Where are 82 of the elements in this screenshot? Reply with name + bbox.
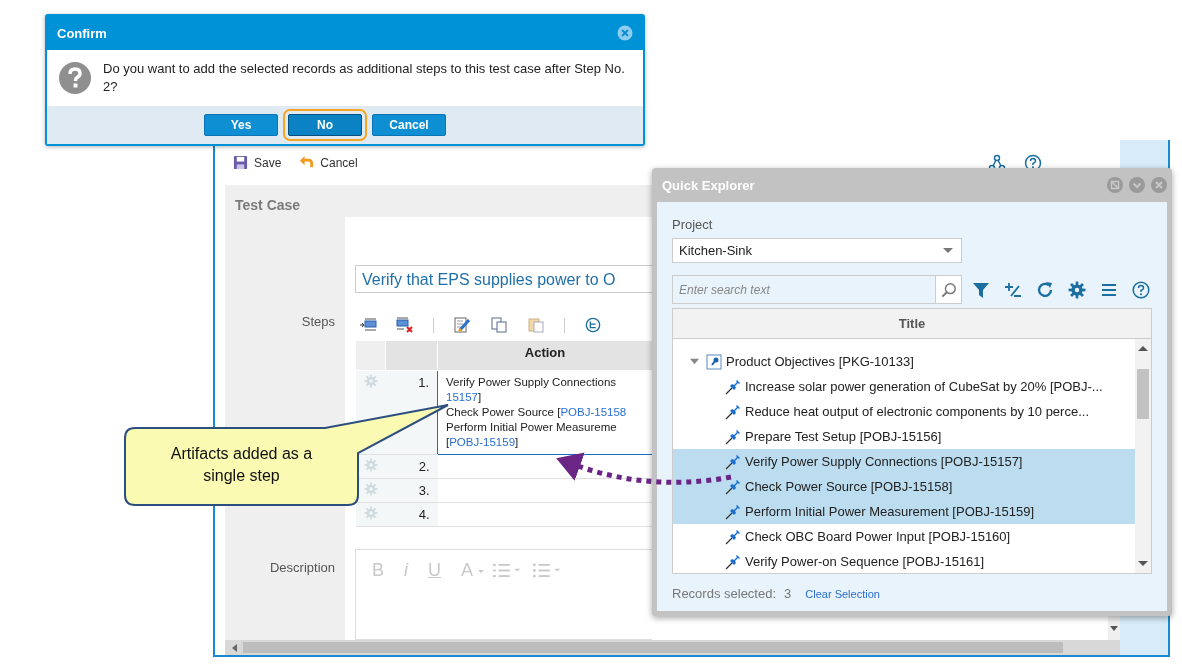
tree-row[interactable]: Prepare Test Setup [POBJ-15156] xyxy=(673,424,1135,449)
undo-arrow-icon xyxy=(299,155,315,170)
tree-row[interactable]: Verify Power Supply Connections [POBJ-15157] xyxy=(673,449,1135,474)
step-number: 2. xyxy=(418,459,430,475)
scrollbar[interactable] xyxy=(1135,339,1151,573)
search-field[interactable]: Enter search text xyxy=(672,275,936,304)
pushpin-icon xyxy=(725,378,741,395)
step-number: 4. xyxy=(418,507,430,523)
records-selected-label: Records selected: xyxy=(672,586,777,601)
cancel-button[interactable]: Cancel xyxy=(297,153,360,172)
tree-row[interactable]: Verify Power-on Sequence [POBJ-15161] xyxy=(673,549,1135,573)
pushpin-icon xyxy=(725,453,741,470)
project-label: Project xyxy=(672,217,714,232)
tree-item-label: Increase solar power generation of CubeSat by 20% [POBJ-... xyxy=(745,379,1103,394)
expand-collapse-icon[interactable] xyxy=(1004,280,1022,299)
name-field[interactable]: Verify that EPS supplies power to O xyxy=(355,265,652,293)
column-header: Title xyxy=(673,309,1151,339)
dialog-message: Do you want to add the selected records as additional steps to this test case after Step No. 2? xyxy=(103,60,626,96)
tree-row[interactable]: Check Power Source [POBJ-15158] xyxy=(673,474,1135,499)
dialog-button[interactable]: Yes xyxy=(204,114,278,136)
tree-item-label: Verify Power-on Sequence [POBJ-15161] xyxy=(745,554,985,569)
settings-icon[interactable] xyxy=(1068,280,1086,299)
tree-item-label: Check Power Source [POBJ-15158] xyxy=(745,479,953,494)
tree-item-label: Check OBC Board Power Input [POBJ-15160] xyxy=(745,529,1011,544)
tree-row[interactable]: Increase solar power generation of CubeSat by 20% [POBJ-... xyxy=(673,374,1135,399)
outline-icon[interactable] xyxy=(584,317,602,334)
scroll-down-icon[interactable] xyxy=(1110,626,1118,632)
dialog-button[interactable]: Cancel xyxy=(372,114,446,136)
tree-item-label: Reduce heat output of electronic components by 10 perce... xyxy=(745,404,1089,419)
insert-step-icon[interactable] xyxy=(359,317,377,334)
project-dropdown[interactable]: Kitchen-Sink xyxy=(672,238,962,263)
section-heading: Test Case xyxy=(234,196,302,215)
scroll-up-icon[interactable] xyxy=(1138,345,1148,351)
step-number: 1. xyxy=(418,375,429,391)
pushpin-icon xyxy=(725,403,741,420)
pushpin-icon xyxy=(725,428,741,445)
search-icon[interactable] xyxy=(940,281,957,298)
artifact-link[interactable]: POBJ-15158 xyxy=(560,406,627,419)
pushpin-icon xyxy=(725,503,741,520)
description-label: Description xyxy=(269,560,335,575)
scroll-left-icon[interactable] xyxy=(231,643,237,652)
question-icon xyxy=(59,62,91,94)
callout-text: Artifacts added as a single step xyxy=(169,444,314,486)
expand-arrow-icon[interactable] xyxy=(690,357,699,366)
tree-item-label: Verify Power Supply Connections [POBJ-15157] xyxy=(745,454,1023,469)
artifact-link[interactable]: 15157 xyxy=(446,391,478,404)
filter-icon[interactable] xyxy=(972,280,990,299)
pushpin-icon xyxy=(725,478,741,495)
tree-item-label: Prepare Test Setup [POBJ-15156] xyxy=(745,429,942,444)
pushpin-icon xyxy=(725,553,741,570)
folder-pin-icon xyxy=(706,353,722,370)
step-text-line: 15157] xyxy=(446,390,482,406)
step-text-line: [POBJ-15159] xyxy=(446,435,519,451)
records-count: 3 xyxy=(784,586,792,601)
tree-item-label: Perform Initial Power Measurement [POBJ-15159] xyxy=(745,504,1034,519)
edit-icon[interactable] xyxy=(453,317,471,334)
pushpin-icon xyxy=(725,528,741,545)
tree-row[interactable]: Check OBC Board Power Input [POBJ-15160] xyxy=(673,524,1135,549)
scrollbar-thumb[interactable] xyxy=(1137,369,1149,419)
step-text-line: Perform Initial Power Measureme xyxy=(446,420,617,436)
save-button[interactable]: Save xyxy=(231,153,284,172)
step-text-line: Verify Power Supply Connections xyxy=(446,375,617,391)
step-number: 3. xyxy=(418,483,430,499)
search-button[interactable] xyxy=(936,275,962,304)
dialog-title: Confirm xyxy=(57,25,107,41)
step-text-line: Check Power Source [POBJ-15158 xyxy=(446,405,627,421)
column-header: Action xyxy=(437,340,653,371)
scroll-down-icon[interactable] xyxy=(1138,561,1148,567)
copy-icon[interactable] xyxy=(490,317,508,334)
dropdown-caret-icon xyxy=(943,247,953,254)
panel-title: Quick Explorer xyxy=(662,177,755,193)
clear-selection-link[interactable]: Clear Selection xyxy=(805,588,880,600)
help-icon[interactable] xyxy=(1132,280,1150,299)
scrollbar[interactable] xyxy=(225,640,1120,655)
tree-row[interactable]: Product Objectives [PKG-10133] xyxy=(673,349,1135,374)
tree-row[interactable]: Perform Initial Power Measurement [POBJ-15159] xyxy=(673,499,1135,524)
tree-item-label: Product Objectives [PKG-10133] xyxy=(726,354,914,369)
steps-label: Steps xyxy=(301,314,335,329)
close-icon[interactable] xyxy=(617,25,633,41)
tree-row[interactable]: Reduce heat output of electronic components by 10 perce... xyxy=(673,399,1135,424)
delete-step-icon[interactable] xyxy=(396,317,414,334)
refresh-icon[interactable] xyxy=(1036,280,1054,299)
